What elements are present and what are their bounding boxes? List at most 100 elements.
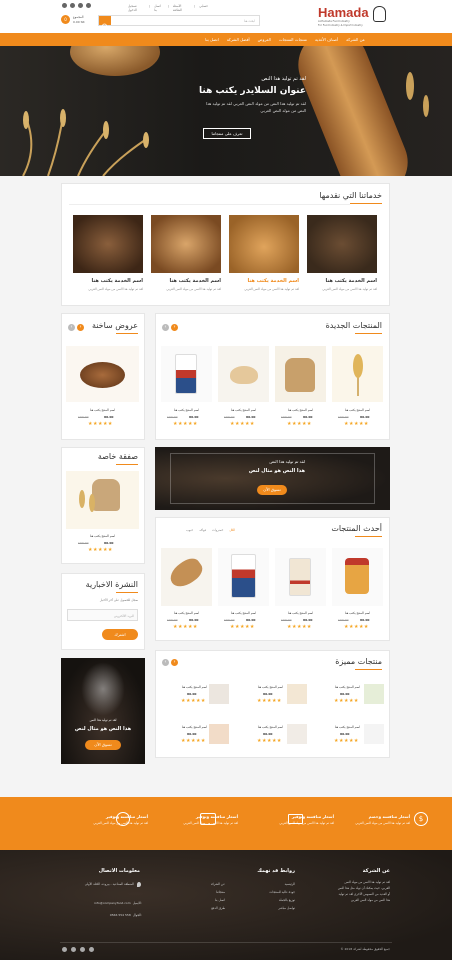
topbar-link-account[interactable]: حسابي [199, 4, 208, 12]
product-name: اسم المنتج يكتب هنا [173, 611, 200, 615]
next-arrow-icon[interactable]: › [171, 324, 178, 331]
cart-total: 0.00 SR [73, 20, 85, 24]
flour-dust-image [81, 662, 125, 716]
product-price-old: 100.00 [167, 618, 178, 622]
tab-grains[interactable]: حبوب [186, 528, 193, 532]
footer-about-text-4: هذا النص من مولد النص العربي [350, 898, 390, 902]
footer-link[interactable]: اتصل بنا [175, 898, 225, 902]
nav-item-products[interactable]: منتجات المنتجات [279, 37, 307, 42]
newsletter-email-input[interactable]: البريد الالكتروني [67, 609, 138, 621]
footer-about-title: عن الشركة [362, 868, 390, 874]
logo[interactable]: Hamada Al-Hamada Food Industry For Food … [316, 3, 446, 31]
featured-item[interactable]: اسم المنتج يكتب هنا 80.00 ★★★★★ [310, 722, 384, 752]
search-button[interactable] [99, 16, 111, 30]
hero-cta-button[interactable]: تعرف على منتجاتنا [203, 128, 251, 139]
rating-stars: ★★★★★ [181, 698, 206, 704]
nav-item-categories[interactable]: أصناف الأغذية [315, 37, 338, 42]
featured-item[interactable]: اسم المنتج يكتب هنا 80.00 ★★★★★ [233, 682, 307, 712]
phone-value[interactable]: 0566 554 558 [110, 913, 131, 917]
social-icons-top [62, 3, 91, 8]
twitter-icon[interactable] [70, 3, 75, 8]
product-price-old: 100.00 [338, 618, 349, 622]
prev-arrow-icon[interactable]: ‹ [162, 324, 169, 331]
search-bar: ابحث هنا [98, 15, 260, 30]
rating-stars: ★★★★★ [230, 624, 255, 630]
youtube-icon[interactable] [78, 3, 83, 8]
topbar-link-login[interactable]: تسجيل الدخول [128, 4, 145, 12]
search-input[interactable]: ابحث هنا [244, 19, 255, 23]
featured-item[interactable]: اسم المنتج يكتب هنا 80.00 ★★★★★ [310, 682, 384, 712]
email-value[interactable]: info@companyfood.com [94, 901, 130, 905]
product-image [364, 684, 384, 704]
product-image [209, 724, 229, 744]
footer-link[interactable]: تواصل مباشر [240, 906, 295, 910]
product-price: 80.00 [189, 618, 199, 622]
facebook-icon[interactable] [62, 3, 67, 8]
rating-stars: ★★★★★ [230, 421, 255, 427]
product-name: اسم المنتج يكتب هنا [230, 408, 257, 412]
product-name: اسم المنتج يكتب هنا [287, 408, 314, 412]
next-arrow-icon[interactable]: › [77, 324, 84, 331]
newsletter-subscribe-button[interactable]: اشترك [102, 629, 138, 640]
rating-stars: ★★★★★ [88, 421, 113, 427]
prev-arrow-icon[interactable]: ‹ [162, 659, 169, 666]
rating-stars: ★★★★★ [334, 738, 359, 744]
product-price: 80.00 [104, 415, 114, 419]
footer-link[interactable]: الرئيسية [240, 882, 295, 886]
banner-kicker: لقد تم توليد هذا النص [269, 459, 305, 464]
facebook-icon[interactable] [62, 947, 67, 952]
footer-link[interactable]: توزيع بالجملة [240, 898, 295, 902]
nav-item-contact[interactable]: اتصل بنا [205, 37, 219, 42]
prev-arrow-icon[interactable]: ‹ [68, 324, 75, 331]
tab-fruits[interactable]: فواكه [199, 528, 206, 532]
hero-text-2: النص من مولد النص العربي [260, 108, 306, 113]
feature-title: أسعار منافسة وخصم [368, 814, 410, 819]
product-price-old: 100.00 [224, 618, 235, 622]
featured-item[interactable]: اسم المنتج يكتب هنا 80.00 ★★★★★ [161, 722, 235, 752]
wheat-icon [406, 72, 429, 117]
twitter-icon[interactable] [71, 947, 76, 952]
product-image [287, 724, 307, 744]
flour-bag-image [289, 558, 311, 596]
banner-shop-button[interactable]: تسوق الآن [257, 485, 287, 495]
service-image [151, 215, 221, 273]
search-icon [102, 23, 108, 30]
product-name: اسم المنتج يكتب هنا [334, 685, 360, 689]
footer-link[interactable]: طرق الدفع [175, 906, 225, 910]
promo-banner[interactable] [155, 447, 390, 510]
promo-title: هذا النص هو مثال لنص [74, 726, 132, 732]
product-price-old: 100.00 [338, 415, 349, 419]
next-arrow-icon[interactable]: › [171, 659, 178, 666]
service-image [229, 215, 299, 273]
new-products-underline [355, 333, 382, 334]
nav-item-offers[interactable]: العروض [258, 37, 271, 42]
featured-item[interactable]: اسم المنتج يكتب هنا 80.00 ★★★★★ [233, 722, 307, 752]
promo-shop-button[interactable]: تسوق الآن [85, 740, 121, 750]
featured-item[interactable]: اسم المنتج يكتب هنا 80.00 ★★★★★ [161, 682, 235, 712]
product-name: اسم المنتج يكتب هنا [344, 408, 371, 412]
footer-link[interactable]: عن الشركة [175, 882, 225, 886]
feature-title: أسعار منافسة وتوفير [195, 814, 238, 819]
tab-vegetables[interactable]: خضروات [212, 528, 223, 532]
topbar-link-contact[interactable]: اتصل بنا [154, 4, 163, 12]
google-icon[interactable] [89, 947, 94, 952]
product-price: 80.00 [104, 541, 114, 545]
flour-scoop-image [230, 366, 258, 384]
footer-link[interactable]: جودة عالية للمنتجات [240, 890, 295, 894]
tab-all[interactable]: الكل [229, 528, 235, 532]
yeast-pack-image [231, 554, 256, 598]
cart-icon[interactable]: 0 [61, 15, 70, 24]
nav-item-best[interactable]: أفضل الشركة [227, 37, 250, 42]
hero-text-1: لقد تم توليد هذا النص من مولد النص العرب… [205, 101, 306, 106]
topbar-link-faq[interactable]: الأسئلة الشائعة [173, 4, 190, 12]
product-price-old: 100.00 [167, 415, 178, 419]
footer-links-col2: عن الشركة منتجاتنا اتصل بنا طرق الدفع [175, 882, 225, 910]
youtube-icon[interactable] [80, 947, 85, 952]
google-icon[interactable] [86, 3, 91, 8]
newsletter-text: سجل للحصول على آخر الأخبار [99, 598, 138, 602]
footer-link[interactable]: منتجاتنا [175, 890, 225, 894]
service-text: لقد تم توليد هذا النص من مولد النص العرب… [166, 287, 221, 291]
product-name: اسم المنتج يكتب هنا [257, 725, 283, 729]
special-deal-underline [116, 464, 138, 465]
nav-item-about[interactable]: عن الشركة [346, 37, 365, 42]
